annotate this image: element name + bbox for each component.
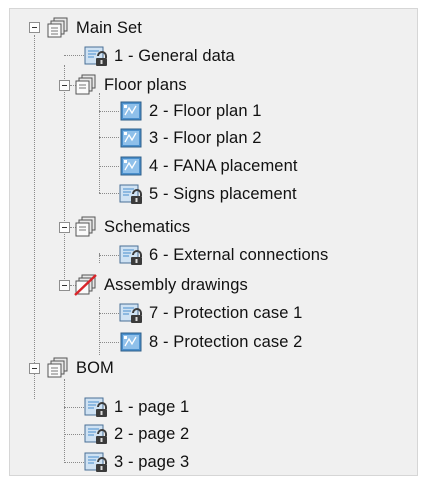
- tree-line: [64, 379, 65, 463]
- tree-node-page-1[interactable]: 1 - page 1: [84, 394, 189, 420]
- tree-node-signs-placement[interactable]: 5 - Signs placement: [119, 181, 297, 207]
- tree-node-floor-plan-1[interactable]: 2 - Floor plan 1: [119, 98, 262, 124]
- sheet-icon: [120, 128, 142, 148]
- sheet-set-icon: [47, 17, 68, 38]
- tree-node-assembly-drawings[interactable]: Assembly drawings: [74, 272, 248, 298]
- node-label: 8 - Protection case 2: [149, 332, 303, 351]
- node-label: Assembly drawings: [104, 275, 248, 294]
- tree-line: [64, 55, 84, 56]
- tree-line: [99, 313, 119, 314]
- subset-icon: [75, 216, 96, 237]
- node-label: Schematics: [104, 217, 191, 236]
- locked-sheet-icon: [84, 46, 107, 66]
- tree-line: [64, 434, 84, 435]
- sheet-set-icon: [47, 357, 68, 378]
- tree-node-protection-case-1[interactable]: 7 - Protection case 1: [119, 300, 302, 326]
- excluded-subset-icon: [74, 274, 97, 296]
- sheet-set-tree: Main Set 1 - General data Floor plans 2 …: [9, 8, 418, 476]
- locked-sheet-icon: [84, 452, 107, 472]
- node-label: Floor plans: [104, 75, 187, 94]
- tree-node-external-connections[interactable]: 6 - External connections: [119, 242, 328, 268]
- tree-line: [99, 166, 119, 167]
- tree-line: [34, 35, 35, 399]
- tree-node-general-data[interactable]: 1 - General data: [84, 43, 235, 69]
- collapse-floor-plans-icon[interactable]: [59, 80, 70, 91]
- collapse-schematics-icon[interactable]: [59, 222, 70, 233]
- tree-node-fana-placement[interactable]: 4 - FANA placement: [119, 153, 298, 179]
- node-label: 3 - Floor plan 2: [149, 128, 262, 147]
- node-label: 5 - Signs placement: [149, 184, 297, 203]
- tree-line: [99, 193, 119, 194]
- collapse-main-set-icon[interactable]: [29, 22, 40, 33]
- tree-line: [64, 462, 84, 463]
- tree-line: [99, 342, 119, 343]
- node-label: Main Set: [76, 18, 142, 37]
- sheet-icon: [120, 156, 142, 176]
- tree-line: [99, 111, 119, 112]
- node-label: 1 - page 1: [114, 397, 190, 416]
- tree-line: [99, 137, 119, 138]
- sheet-icon: [120, 101, 142, 121]
- node-label: 2 - page 2: [114, 424, 190, 443]
- tree-node-schematics[interactable]: Schematics: [74, 214, 190, 240]
- tree-node-floor-plan-2[interactable]: 3 - Floor plan 2: [119, 125, 262, 151]
- collapse-assembly-icon[interactable]: [59, 280, 70, 291]
- locked-sheet-icon: [119, 245, 142, 265]
- locked-sheet-icon: [119, 184, 142, 204]
- node-label: 7 - Protection case 1: [149, 303, 303, 322]
- tree-node-page-3[interactable]: 3 - page 3: [84, 449, 189, 475]
- tree-line: [99, 297, 100, 355]
- node-label: 3 - page 3: [114, 452, 190, 471]
- tree-line: [99, 93, 100, 193]
- node-label: 1 - General data: [114, 46, 235, 65]
- collapse-bom-icon[interactable]: [29, 363, 40, 374]
- locked-sheet-icon: [84, 424, 107, 444]
- node-label: 2 - Floor plan 1: [149, 101, 262, 120]
- sheet-icon: [120, 332, 142, 352]
- node-label: 4 - FANA placement: [149, 156, 298, 175]
- tree-node-page-2[interactable]: 2 - page 2: [84, 421, 189, 447]
- node-label: BOM: [76, 358, 114, 377]
- locked-sheet-icon: [84, 397, 107, 417]
- tree-node-floor-plans[interactable]: Floor plans: [74, 72, 187, 98]
- node-label: 6 - External connections: [149, 245, 329, 264]
- subset-icon: [75, 74, 96, 95]
- tree-line: [64, 407, 84, 408]
- tree-line: [99, 255, 119, 256]
- tree-node-bom[interactable]: BOM: [46, 355, 114, 381]
- tree-node-protection-case-2[interactable]: 8 - Protection case 2: [119, 329, 302, 355]
- tree-line: [64, 65, 65, 289]
- tree-node-main-set[interactable]: Main Set: [46, 15, 142, 41]
- locked-sheet-icon: [119, 303, 142, 323]
